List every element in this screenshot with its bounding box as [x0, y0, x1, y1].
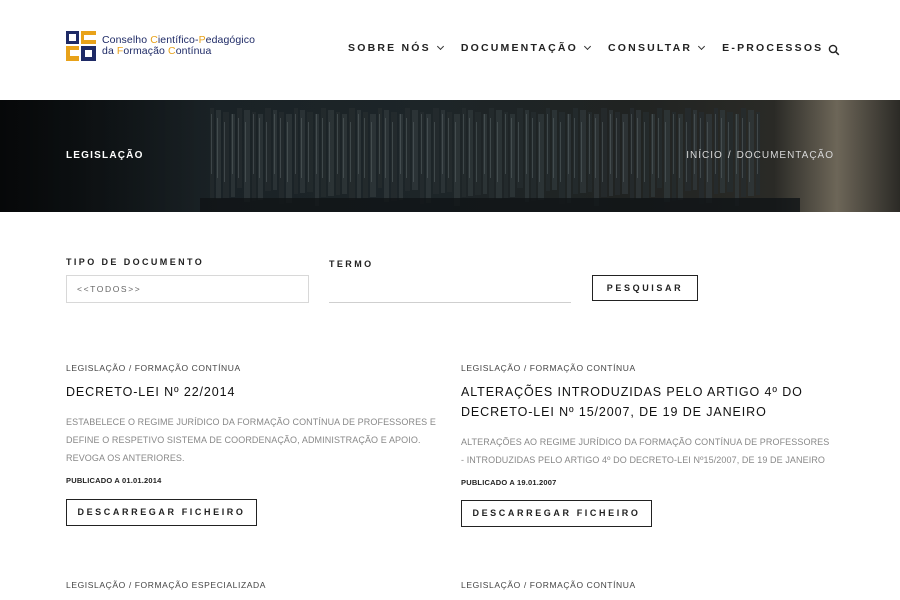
- download-file-button[interactable]: DESCARREGAR FICHEIRO: [66, 499, 257, 526]
- nav-item-e-processos[interactable]: E-PROCESSOS: [722, 42, 823, 54]
- term-label: TERMO: [329, 259, 374, 269]
- nav-item-label: E-PROCESSOS: [722, 42, 824, 54]
- document-type-label: TIPO DE DOCUMENTO: [66, 257, 205, 267]
- logo-text-part: C: [168, 45, 176, 57]
- chevron-down-icon: [698, 42, 706, 51]
- nav-item-label: DOCUMENTAÇÃO: [460, 42, 579, 54]
- nav-item-label: SOBRE NÓS: [348, 42, 431, 54]
- site-logo[interactable]: Conselho Científico-Pedagógico da Formaç…: [66, 31, 255, 61]
- document-type-select[interactable]: <<TODOS>>: [66, 275, 309, 303]
- document-category: LEGISLAÇÃO / FORMAÇÃO CONTÍNUA: [461, 363, 636, 373]
- nav-item-consultar[interactable]: CONSULTAR: [608, 42, 706, 54]
- document-category: LEGISLAÇÃO / FORMAÇÃO CONTÍNUA: [66, 363, 241, 373]
- logo-mark-icon: [66, 31, 96, 61]
- logo-text-part: ontínua: [175, 45, 212, 57]
- page-hero-banner: LEGISLAÇÃO INÍCIO / DOCUMENTAÇÃO: [0, 100, 900, 212]
- search-button[interactable]: PESQUISAR: [592, 275, 698, 301]
- document-card: LEGISLAÇÃO / FORMAÇÃO CONTÍNUA: [461, 580, 833, 590]
- document-title[interactable]: DECRETO-LEI Nº 22/2014: [66, 382, 438, 402]
- document-card: LEGISLAÇÃO / FORMAÇÃO ESPECIALIZADA: [66, 580, 438, 590]
- document-card: LEGISLAÇÃO / FORMAÇÃO CONTÍNUA DECRETO-L…: [66, 363, 438, 485]
- logo-text-part: C: [150, 33, 158, 46]
- document-description: ALTERAÇÕES AO REGIME JURÍDICO DA FORMAÇÃ…: [461, 437, 830, 465]
- document-description: ESTABELECE O REGIME JURÍDICO DA FORMAÇÃO…: [66, 417, 436, 463]
- document-category: LEGISLAÇÃO / FORMAÇÃO CONTÍNUA: [461, 580, 636, 590]
- nav-item-label: CONSULTAR: [608, 42, 693, 54]
- site-header: Conselho Científico-Pedagógico da Formaç…: [0, 0, 900, 100]
- nav-item-sobre-nos[interactable]: SOBRE NÓS: [348, 42, 444, 54]
- breadcrumb: INÍCIO / DOCUMENTAÇÃO: [681, 150, 834, 161]
- logo-text-part: P: [198, 33, 206, 46]
- nav-item-documentacao[interactable]: DOCUMENTAÇÃO: [460, 42, 592, 54]
- term-input[interactable]: [329, 276, 571, 303]
- breadcrumb-home-link[interactable]: INÍCIO: [686, 150, 723, 161]
- breadcrumb-separator: /: [727, 150, 732, 161]
- logo-text-part: edagógico: [205, 33, 256, 46]
- main-nav: SOBRE NÓS DOCUMENTAÇÃO CONSULTAR E-PROCE…: [348, 42, 841, 54]
- logo-text-part: da: [102, 45, 117, 57]
- document-card: LEGISLAÇÃO / FORMAÇÃO CONTÍNUA ALTERAÇÕE…: [461, 363, 833, 487]
- download-file-button[interactable]: DESCARREGAR FICHEIRO: [461, 500, 652, 527]
- logo-text-part: ormação: [123, 45, 168, 57]
- logo-text: Conselho Científico-Pedagógico da Formaç…: [102, 33, 256, 58]
- chevron-down-icon: [583, 42, 592, 51]
- document-title[interactable]: ALTERAÇÕES INTRODUZIDAS PELO ARTIGO 4º D…: [461, 382, 833, 422]
- document-published-date: PUBLICADO A 01.01.2014: [66, 476, 162, 485]
- logo-line-2: da Formação Contínua: [102, 45, 255, 58]
- document-category: LEGISLAÇÃO / FORMAÇÃO ESPECIALIZADA: [66, 580, 267, 590]
- search-icon[interactable]: [828, 43, 840, 56]
- breadcrumb-current: DOCUMENTAÇÃO: [736, 150, 834, 161]
- page-title: LEGISLAÇÃO: [66, 150, 144, 161]
- logo-text-part: ientífico-: [157, 33, 199, 46]
- document-published-date: PUBLICADO A 19.01.2007: [461, 478, 557, 487]
- chevron-down-icon: [436, 42, 444, 51]
- logo-text-part: Conselho: [102, 33, 151, 46]
